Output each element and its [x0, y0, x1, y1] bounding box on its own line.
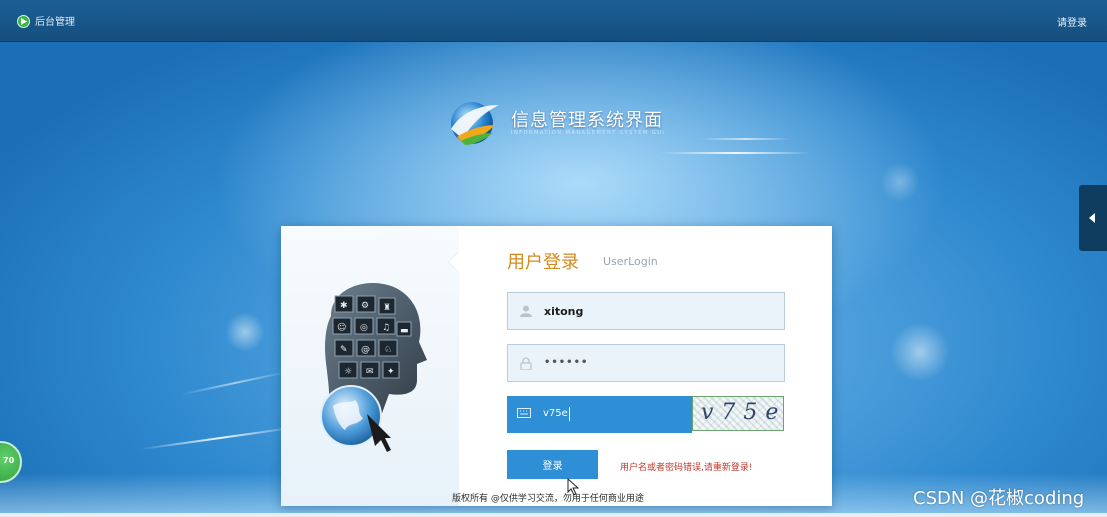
- lock-icon: [520, 357, 532, 370]
- password-value: ••••••: [544, 357, 589, 368]
- light-streak: [700, 138, 790, 140]
- login-illustration-area: ✱ ⚙ ♜ ☺ ◎ ♫ ▬ ✎ @ ♘ ☼ ✉ ✦: [281, 226, 459, 506]
- globe-logo-icon: [451, 102, 499, 145]
- light-orb: [880, 162, 920, 202]
- head-globe-illustration-icon: ✱ ⚙ ♜ ☺ ◎ ♫ ▬ ✎ @ ♘ ☼ ✉ ✦: [320, 283, 427, 452]
- login-link[interactable]: 请登录: [1057, 14, 1087, 29]
- text-caret: [569, 407, 570, 421]
- password-input[interactable]: ••••••: [507, 344, 785, 382]
- light-streak: [180, 370, 290, 396]
- svg-text:◎: ◎: [360, 323, 368, 333]
- copyright-text: 版权所有 @仅供学习交流，勿用于任何商业用途: [452, 494, 644, 504]
- chevron-left-icon: [1089, 213, 1095, 223]
- side-toggle-button[interactable]: [1079, 185, 1107, 251]
- captcha-input-value: v75e: [543, 408, 568, 419]
- svg-text:☺: ☺: [337, 322, 346, 333]
- username-value: xitong: [544, 305, 584, 318]
- top-bar: 后台管理 请登录: [0, 0, 1107, 42]
- score-badge-label: 70: [3, 456, 15, 465]
- light-streak: [140, 425, 300, 451]
- captcha-image[interactable]: v75e: [692, 396, 784, 431]
- light-orb: [890, 322, 950, 382]
- brand-header: 信息管理系统界面 INFORMATION MANAGEMENT SYSTEM G…: [443, 92, 713, 152]
- brand-title: 信息管理系统界面: [511, 110, 663, 131]
- svg-text:@: @: [361, 345, 370, 355]
- login-panel: ✱ ⚙ ♜ ☺ ◎ ♫ ▬ ✎ @ ♘ ☼ ✉ ✦ 用户登录 UserLogin: [281, 226, 832, 506]
- svg-text:☼: ☼: [344, 367, 352, 377]
- light-streak: [660, 152, 810, 154]
- light-orb: [225, 312, 265, 352]
- svg-text:✱: ✱: [340, 301, 348, 311]
- username-input[interactable]: xitong: [507, 292, 785, 330]
- error-message: 用户名或者密码错误,请重新登录!: [620, 463, 753, 473]
- svg-text:✎: ✎: [340, 345, 348, 355]
- svg-text:♜: ♜: [383, 303, 391, 313]
- play-icon: [17, 15, 30, 28]
- brand-subtitle: INFORMATION MANAGEMENT SYSTEM GUI: [511, 130, 666, 136]
- csdn-watermark: CSDN @花椒coding: [913, 488, 1085, 509]
- captcha-row: v75e v75e: [507, 396, 785, 433]
- svg-text:⚙: ⚙: [361, 301, 369, 311]
- svg-text:▬: ▬: [400, 326, 409, 336]
- svg-text:✉: ✉: [366, 367, 374, 377]
- login-button[interactable]: 登录: [507, 450, 598, 479]
- svg-text:♘: ♘: [384, 345, 392, 355]
- captcha-code: v75e: [701, 400, 787, 425]
- user-icon: [520, 305, 532, 317]
- login-heading-en: UserLogin: [603, 255, 658, 268]
- captcha-input[interactable]: v75e: [507, 396, 692, 433]
- svg-text:♫: ♫: [382, 323, 390, 333]
- bottom-strip: [0, 513, 1107, 517]
- app-title: 后台管理: [35, 17, 75, 28]
- keyboard-icon: [517, 408, 531, 418]
- svg-text:✦: ✦: [387, 367, 395, 377]
- login-heading: 用户登录: [507, 252, 579, 273]
